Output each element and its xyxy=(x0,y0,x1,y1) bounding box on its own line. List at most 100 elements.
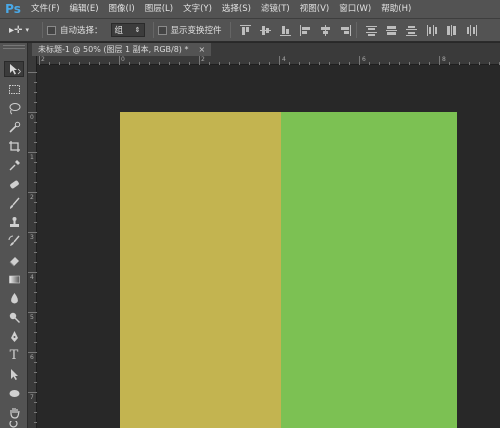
ruler-tick xyxy=(229,62,230,65)
ruler-label: 2 xyxy=(41,56,45,63)
pen-tool-icon[interactable] xyxy=(4,328,24,344)
document-tab[interactable]: 未标题-1 @ 50% (图层 1 副本, RGB/8) * × xyxy=(32,43,212,56)
tool-preset-picker[interactable]: ▸✛ ▾ xyxy=(0,18,38,42)
path-selection-tool-icon[interactable] xyxy=(4,366,24,382)
ruler-tick xyxy=(28,392,37,393)
ruler-tick xyxy=(479,62,480,65)
distribute-left-icon[interactable] xyxy=(425,24,438,37)
eraser-tool-icon[interactable] xyxy=(4,252,24,268)
ruler-tick xyxy=(149,62,150,65)
quick-selection-tool-icon[interactable] xyxy=(4,119,24,135)
ruler-tick xyxy=(34,162,37,163)
ruler-tick xyxy=(389,62,390,65)
ruler-tick xyxy=(34,92,37,93)
blur-tool-icon[interactable] xyxy=(4,290,24,306)
type-tool-icon[interactable]: T xyxy=(4,347,24,363)
menu-window[interactable]: 窗口(W) xyxy=(334,0,376,18)
ruler-label: 7 xyxy=(30,394,34,401)
ruler-tick xyxy=(429,62,430,65)
distribute-vcenter-icon[interactable] xyxy=(385,24,398,37)
ruler-label: 6 xyxy=(30,354,34,361)
align-top-icon[interactable] xyxy=(239,24,252,37)
menu-image[interactable]: 图像(I) xyxy=(104,0,140,18)
ruler-tick xyxy=(39,56,40,65)
hand-tool-icon[interactable] xyxy=(4,404,24,420)
ruler-label: 1 xyxy=(30,154,34,161)
auto-select-dropdown[interactable]: 组 ⇕ xyxy=(110,23,145,37)
vertical-ruler[interactable]: 0 1 2 3 4 5 6 7 xyxy=(28,56,37,428)
close-icon[interactable]: × xyxy=(198,43,205,56)
ruler-label: 4 xyxy=(282,56,286,63)
menu-view[interactable]: 视图(V) xyxy=(295,0,334,18)
history-brush-tool-icon[interactable] xyxy=(4,233,24,249)
show-transform-label: 显示变换控件 xyxy=(170,26,222,36)
menu-type[interactable]: 文字(Y) xyxy=(178,0,217,18)
horizontal-ruler[interactable]: 2 0 2 4 6 8 xyxy=(37,56,500,65)
photoshop-logo: Ps xyxy=(5,2,21,16)
show-transform-checkbox[interactable] xyxy=(157,25,167,35)
menu-edit[interactable]: 编辑(E) xyxy=(65,0,104,18)
lasso-tool-icon[interactable] xyxy=(4,100,24,116)
tools-panel: T xyxy=(0,43,28,428)
panel-grip[interactable] xyxy=(3,45,25,49)
canvas-layer-left[interactable] xyxy=(120,112,281,428)
distribute-top-icon[interactable] xyxy=(365,24,378,37)
ellipse-tool-icon[interactable] xyxy=(4,385,24,401)
ruler-label: 0 xyxy=(30,114,34,121)
clone-stamp-tool-icon[interactable] xyxy=(4,214,24,230)
menu-help[interactable]: 帮助(H) xyxy=(376,0,416,18)
align-bottom-icon[interactable] xyxy=(279,24,292,37)
brush-tool-icon[interactable] xyxy=(4,195,24,211)
ruler-tick xyxy=(369,62,370,65)
menu-filter[interactable]: 滤镜(T) xyxy=(256,0,295,18)
ruler-tick xyxy=(159,62,160,65)
align-right-icon[interactable] xyxy=(339,24,352,37)
ruler-tick xyxy=(139,62,140,65)
menu-file[interactable]: 文件(F) xyxy=(26,0,65,18)
crop-tool-icon[interactable] xyxy=(4,138,24,154)
gradient-tool-icon[interactable] xyxy=(4,271,24,287)
ruler-tick xyxy=(349,62,350,65)
ruler-tick xyxy=(28,192,37,193)
distribute-bottom-icon[interactable] xyxy=(405,24,418,37)
ruler-tick xyxy=(339,62,340,65)
align-hcenter-icon[interactable] xyxy=(319,24,332,37)
document-tab-title: 未标题-1 @ 50% (图层 1 副本, RGB/8) * xyxy=(38,45,189,54)
distribute-hcenter-icon[interactable] xyxy=(445,24,458,37)
dodge-tool-icon[interactable] xyxy=(4,309,24,325)
align-left-icon[interactable] xyxy=(299,24,312,37)
ruler-label: 4 xyxy=(30,274,34,281)
ruler-tick xyxy=(99,62,100,65)
eyedropper-tool-icon[interactable] xyxy=(4,157,24,173)
move-tool-icon[interactable] xyxy=(4,61,24,77)
distribute-right-icon[interactable] xyxy=(465,24,478,37)
menu-layer[interactable]: 图层(L) xyxy=(140,0,178,18)
auto-select-label: 自动选择： xyxy=(60,26,103,36)
ruler-tick xyxy=(329,62,330,65)
healing-brush-tool-icon[interactable] xyxy=(4,176,24,192)
ruler-tick xyxy=(359,56,360,65)
ruler-tick xyxy=(28,72,37,73)
ruler-label: 6 xyxy=(362,56,366,63)
ruler-tick xyxy=(279,56,280,65)
ruler-tick xyxy=(399,62,400,65)
zoom-tool-icon[interactable] xyxy=(4,421,24,428)
canvas-layer-right[interactable] xyxy=(281,112,457,428)
align-vcenter-icon[interactable] xyxy=(259,24,272,37)
ruler-tick xyxy=(34,422,37,423)
marquee-tool-icon[interactable] xyxy=(4,81,24,97)
ruler-tick xyxy=(34,142,37,143)
ruler-tick xyxy=(28,312,37,313)
ruler-tick xyxy=(34,102,37,103)
menu-select[interactable]: 选择(S) xyxy=(217,0,256,18)
ruler-tick xyxy=(239,62,240,65)
ruler-tick xyxy=(34,242,37,243)
ruler-tick xyxy=(379,62,380,65)
ruler-tick xyxy=(189,62,190,65)
ruler-tick xyxy=(34,402,37,403)
ruler-label: 0 xyxy=(121,56,125,63)
auto-select-checkbox[interactable] xyxy=(47,25,56,35)
ruler-tick xyxy=(449,62,450,65)
move-tool-icon: ▸✛ xyxy=(9,24,23,36)
menu-bar: Ps 文件(F) 编辑(E) 图像(I) 图层(L) 文字(Y) 选择(S) 滤… xyxy=(0,0,500,18)
